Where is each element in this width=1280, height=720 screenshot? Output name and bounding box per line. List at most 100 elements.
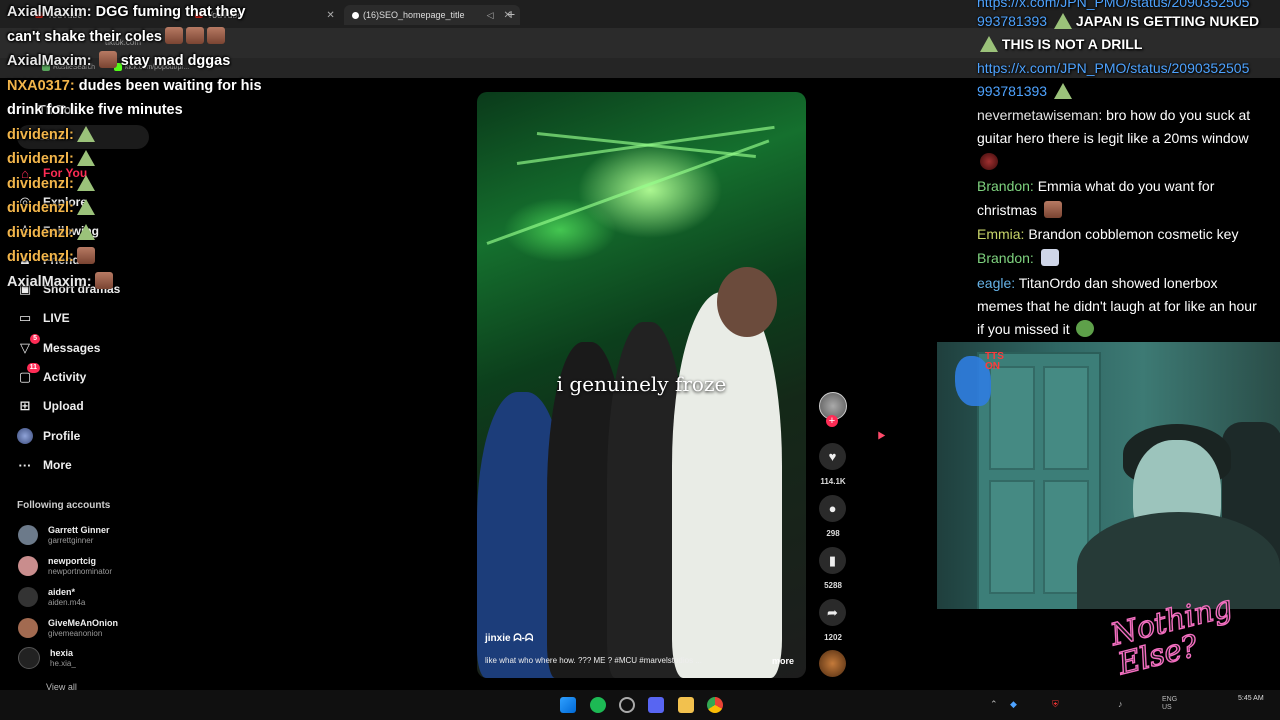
taskbar [0, 690, 1280, 720]
tiktok-icon [352, 11, 359, 19]
chat-username: Emmia: [977, 226, 1025, 242]
account-handle: garrettginner [48, 536, 94, 545]
following-account[interactable]: newportcig newportnominator [18, 553, 112, 579]
language-indicator[interactable]: ENG US [1162, 696, 1177, 712]
following-account[interactable]: hexia he.xia_ [18, 645, 76, 671]
triangle-emote-icon [76, 223, 95, 240]
chat-line: 993781393 [977, 79, 1072, 103]
chat-message: JAPAN IS GETTING NUKED [1075, 13, 1260, 29]
chat-line: NXA0317: dudes been waiting for his [7, 74, 327, 99]
like-button[interactable]: ♥ [819, 443, 846, 470]
music-disc-icon[interactable] [819, 650, 846, 677]
sidebar-item-upload[interactable]: ⊞ Upload [17, 395, 84, 417]
emote-icon [76, 247, 95, 264]
following-account[interactable]: Garrett Ginner garrettginner [18, 522, 110, 548]
light-beam [486, 139, 770, 245]
new-tab-button[interactable]: + [507, 6, 515, 22]
chat-overlay-left: AxialMaxim: DGG fuming that they can't s… [7, 0, 327, 294]
chat-message: THIS IS NOT A DRILL [1001, 36, 1143, 52]
chat-link[interactable]: https://x.com/JPN_PMO/status/2090352505 [977, 56, 1249, 80]
emote-icon [1076, 320, 1095, 337]
tray-app-icon[interactable]: ◆ [1010, 699, 1017, 710]
triangle-emote-icon [1053, 83, 1072, 99]
profile-icon [17, 428, 33, 444]
obs-icon[interactable] [619, 697, 635, 713]
chat-line: THIS IS NOT A DRILL [977, 32, 1142, 56]
sidebar-item-live[interactable]: ▭ LIVE [17, 307, 70, 329]
comment-count: 298 [826, 529, 840, 538]
video-username[interactable]: jinxie ᗣ-ᗣ [485, 633, 533, 644]
emote-icon [980, 153, 998, 170]
more-button[interactable]: more [772, 656, 794, 666]
door-panel [1043, 366, 1089, 470]
tray-shield-icon[interactable]: ⛨ [1052, 699, 1059, 710]
chat-username: NXA0317: [7, 77, 75, 94]
door-panel [989, 366, 1035, 470]
chat-message: TitanOrdo dan showed lonerbox [1018, 275, 1218, 291]
sidebar-item-activity[interactable]: ▢ 11 Activity [17, 363, 86, 388]
avatar [18, 618, 38, 638]
chat-message: bro how do you suck at [1106, 107, 1251, 123]
close-icon[interactable]: ✕ [326, 10, 334, 21]
microphone-icon[interactable]: ♪ [1118, 699, 1123, 709]
chat-message: can't shake their coles [7, 28, 162, 45]
chat-username: AxialMaxim: [7, 53, 92, 69]
speaker-icon[interactable]: ◁ [487, 10, 494, 21]
following-account[interactable]: aiden* aiden.m4a [18, 584, 85, 610]
tab-tiktok[interactable]: (16)SEO_homepage_title ◁ ✕ [344, 5, 520, 25]
share-button[interactable]: ➦ [819, 599, 846, 626]
chat-message: Brandon cobblemon cosmetic key [1028, 226, 1239, 242]
triangle-emote-icon [76, 174, 95, 191]
chat-username: eagle: [977, 275, 1016, 291]
chat-username: dividenzl: [7, 200, 74, 216]
video-caption: i genuinely froze [556, 372, 727, 396]
taskbar-clock[interactable]: 5:45 AM [1238, 694, 1264, 703]
heart-icon: ♥ [828, 449, 837, 464]
emote-icon [185, 26, 204, 44]
emote-icon [1040, 249, 1059, 266]
crowd-person [672, 292, 782, 678]
chat-line: dividenzl: [7, 221, 327, 246]
chat-line: AxialMaxim: DGG fuming that they [7, 0, 327, 25]
chat-message: drink for like five minutes [7, 102, 183, 118]
person-head [717, 267, 777, 337]
live-icon: ▭ [18, 310, 32, 325]
tab-label: (16)SEO_homepage_title [363, 10, 465, 20]
chat-line: Brandon: Emmia what do you want for [977, 174, 1214, 198]
chat-message: guitar hero there is legit like a 20ms w… [977, 130, 1249, 146]
chat-username: AxialMaxim: [7, 4, 92, 20]
spotify-icon[interactable] [590, 697, 606, 713]
comment-button[interactable]: ● [819, 495, 846, 522]
account-name: hexia [50, 648, 74, 658]
chat-link[interactable]: 993781393 [977, 83, 1047, 99]
video-player[interactable]: i genuinely froze jinxie ᗣ-ᗣ like what w… [477, 92, 806, 678]
chat-username: Brandon: [977, 250, 1034, 266]
follow-plus-icon[interactable]: + [826, 415, 838, 427]
sidebar-item-messages[interactable]: ▽ 5 Messages [17, 334, 100, 359]
discord-icon[interactable] [648, 697, 664, 713]
chat-line: eagle: TitanOrdo dan showed lonerbox [977, 271, 1218, 295]
chrome-icon[interactable] [707, 697, 723, 713]
chat-line: dividenzl: [7, 147, 327, 172]
chat-line: dividenzl: [7, 196, 327, 221]
share-icon: ➦ [827, 604, 838, 620]
bookmark-button[interactable]: ▮ [819, 547, 846, 574]
chat-username: dividenzl: [7, 224, 74, 241]
bookmark-count: 5288 [824, 581, 842, 590]
chat-message: christmas [977, 202, 1037, 218]
following-account[interactable]: GiveMeAnOnion givemeanonion [18, 615, 118, 641]
windows-start-icon[interactable] [560, 697, 576, 713]
chat-line: drink for like five minutes [7, 98, 327, 123]
avatar [18, 647, 40, 669]
chat-line: christmas [977, 198, 1062, 222]
tray-chevron-icon[interactable]: ⌃ [990, 699, 998, 710]
sidebar-item-profile[interactable]: Profile [17, 425, 80, 447]
chat-message: dudes been waiting for his [78, 77, 262, 94]
file-explorer-icon[interactable] [678, 697, 694, 713]
chat-link[interactable]: 993781393 [977, 13, 1047, 29]
triangle-emote-icon [76, 199, 95, 215]
sidebar-item-more[interactable]: ··· More [17, 454, 72, 476]
chat-line: Emmia: Brandon cobblemon cosmetic key [977, 222, 1238, 246]
emote-icon [1043, 201, 1062, 218]
sidebar-item-label: LIVE [43, 311, 70, 325]
